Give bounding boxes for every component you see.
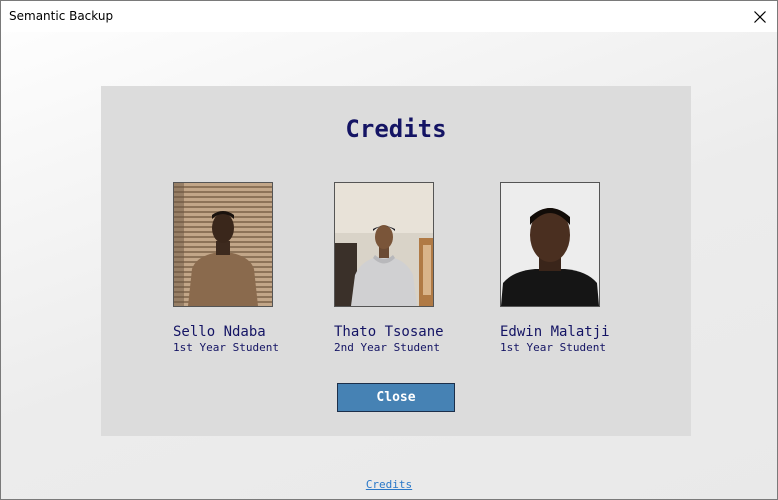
window-title: Semantic Backup xyxy=(9,9,114,23)
person-role: 2nd Year Student xyxy=(334,341,440,354)
person-photo xyxy=(334,182,434,307)
credits-panel: Credits Sello Ndaba 1st Year Student Tha… xyxy=(101,86,691,436)
person-name: Edwin Malatji xyxy=(500,324,610,340)
person-photo xyxy=(500,182,600,307)
close-button[interactable]: Close xyxy=(337,383,455,412)
credits-heading: Credits xyxy=(345,115,447,143)
person-photo xyxy=(173,182,273,307)
credits-link[interactable]: Credits xyxy=(1,478,777,491)
close-icon xyxy=(754,10,766,23)
person-role: 1st Year Student xyxy=(173,341,279,354)
credit-person-2: Thato Tsosane 2nd Year Student xyxy=(334,182,464,354)
person-role: 1st Year Student xyxy=(500,341,606,354)
app-window: Semantic Backup Credits Sello Ndaba 1st … xyxy=(0,0,778,500)
title-bar: Semantic Backup xyxy=(1,1,777,32)
person-name: Thato Tsosane xyxy=(334,324,444,340)
credit-person-3: Edwin Malatji 1st Year Student xyxy=(500,182,630,354)
credit-person-1: Sello Ndaba 1st Year Student xyxy=(173,182,303,354)
window-close-button[interactable] xyxy=(743,1,777,32)
person-name: Sello Ndaba xyxy=(173,324,266,340)
